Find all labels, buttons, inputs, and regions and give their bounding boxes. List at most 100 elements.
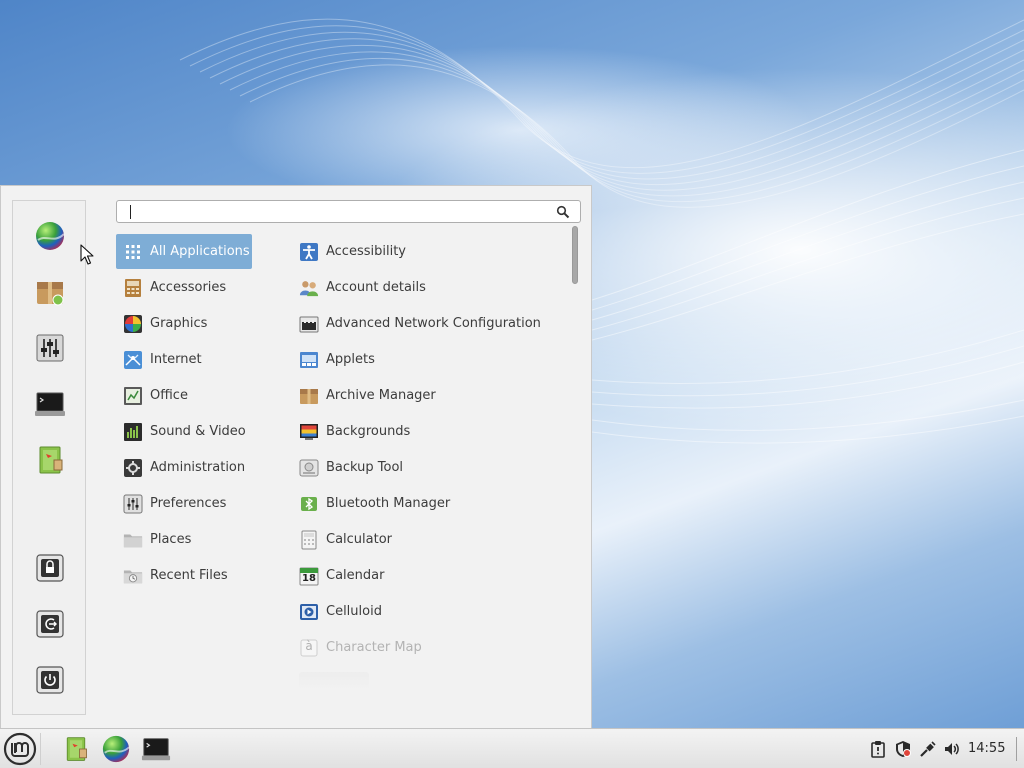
app-accessibility[interactable]: Accessibility (299, 234, 406, 269)
category-places[interactable]: Places (116, 522, 252, 557)
category-label: Graphics (150, 316, 208, 331)
app-label: Bluetooth Manager (326, 496, 451, 511)
network-config-icon (299, 314, 319, 334)
category-label: Preferences (150, 496, 227, 511)
panel-launcher-web-browser[interactable] (100, 733, 132, 765)
category-recent-files[interactable]: Recent Files (116, 558, 252, 593)
clipboard-icon (871, 741, 885, 758)
tray-update-manager[interactable] (893, 739, 913, 759)
terminal-icon (35, 392, 65, 416)
category-label: Sound & Video (150, 424, 246, 439)
app-character-map[interactable]: à Character Map (299, 630, 422, 665)
app-label: Advanced Network Configuration (326, 316, 541, 331)
category-office[interactable]: Office (116, 378, 252, 413)
calendar-icon: 18 (299, 566, 319, 586)
category-label: Office (150, 388, 188, 403)
search-box[interactable] (116, 200, 581, 223)
app-backup-tool[interactable]: Backup Tool (299, 450, 403, 485)
preferences-icon (123, 494, 143, 514)
network-icon (920, 741, 936, 757)
tray-network[interactable] (918, 739, 938, 759)
app-label: Accessibility (326, 244, 406, 259)
category-sound-video[interactable]: Sound & Video (116, 414, 252, 449)
mouse-cursor-icon (80, 244, 94, 265)
celluloid-icon (299, 602, 319, 622)
favorite-files[interactable] (33, 443, 67, 477)
app-archive-manager[interactable]: Archive Manager (299, 378, 436, 413)
update-shield-icon (896, 741, 911, 757)
folder-icon (123, 530, 143, 550)
calendar-day-badge: 18 (302, 572, 316, 584)
text-caret (130, 205, 131, 219)
bottom-panel: 14:55 (0, 728, 1024, 768)
panel-launcher-terminal[interactable] (140, 733, 172, 765)
lock-icon (36, 554, 64, 582)
app-celluloid[interactable]: Celluloid (299, 594, 382, 629)
office-icon (123, 386, 143, 406)
recent-files-icon (123, 566, 143, 586)
app-label: Applets (326, 352, 375, 367)
scrollbar-thumb[interactable] (572, 226, 578, 284)
app-account-details[interactable]: Account details (299, 270, 426, 305)
sound-video-icon (123, 422, 143, 442)
app-bluetooth-manager[interactable]: Bluetooth Manager (299, 486, 450, 521)
archive-manager-icon (299, 386, 319, 406)
tray-volume[interactable] (942, 739, 962, 759)
panel-clock[interactable]: 14:55 (968, 741, 1010, 757)
app-calculator[interactable]: Calculator (299, 522, 392, 557)
category-all-applications[interactable]: All Applications (116, 234, 252, 269)
app-applets[interactable]: Applets (299, 342, 375, 377)
app-list-fade (299, 672, 369, 690)
volume-icon (945, 743, 959, 755)
app-label: Backgrounds (326, 424, 411, 439)
favorite-system-settings[interactable] (33, 331, 67, 365)
category-label: Administration (150, 460, 246, 475)
favorite-software-manager[interactable] (33, 275, 67, 309)
terminal-icon (141, 738, 171, 761)
category-accessories[interactable]: Accessories (116, 270, 252, 305)
category-internet[interactable]: Internet (116, 342, 252, 377)
category-label: Internet (150, 352, 202, 367)
category-preferences[interactable]: Preferences (116, 486, 252, 521)
files-icon (66, 737, 87, 761)
show-desktop-edge[interactable] (1016, 737, 1017, 761)
power-icon (36, 666, 64, 694)
power-button[interactable] (33, 663, 67, 697)
category-label: All Applications (150, 244, 250, 259)
web-browser-icon (36, 222, 65, 250)
character-map-glyph: à (305, 638, 313, 653)
category-administration[interactable]: Administration (116, 450, 252, 485)
app-label: Calendar (326, 568, 385, 583)
app-advanced-network-configuration[interactable]: Advanced Network Configuration (299, 306, 541, 341)
search-icon (556, 205, 570, 219)
panel-launcher-files[interactable] (60, 733, 92, 765)
app-label: Celluloid (326, 604, 382, 619)
system-settings-icon (36, 334, 64, 362)
logout-button[interactable] (33, 607, 67, 641)
favorites-sidebar (12, 200, 86, 715)
favorite-terminal[interactable] (33, 387, 67, 421)
character-map-icon: à (299, 638, 319, 658)
favorite-web-browser[interactable] (33, 219, 67, 253)
search-input[interactable] (123, 203, 543, 220)
web-browser-icon (102, 735, 130, 763)
tray-clipboard[interactable] (868, 739, 888, 759)
backup-tool-icon (299, 458, 319, 478)
backgrounds-icon (299, 422, 319, 442)
accessories-icon (123, 278, 143, 298)
app-backgrounds[interactable]: Backgrounds (299, 414, 410, 449)
app-label: Backup Tool (326, 460, 404, 475)
files-icon (39, 446, 63, 474)
app-label: Account details (326, 280, 426, 295)
bluetooth-manager-icon (299, 494, 319, 514)
app-calendar[interactable]: 18 Calendar (299, 558, 384, 593)
category-graphics[interactable]: Graphics (116, 306, 252, 341)
mint-menu-button[interactable] (0, 729, 40, 768)
category-label: Recent Files (150, 568, 228, 583)
administration-icon (123, 458, 143, 478)
app-list-scrollbar[interactable] (570, 226, 580, 706)
account-details-icon (299, 278, 319, 298)
app-label: Calculator (326, 532, 393, 547)
lock-screen-button[interactable] (33, 551, 67, 585)
calculator-icon (299, 530, 319, 550)
